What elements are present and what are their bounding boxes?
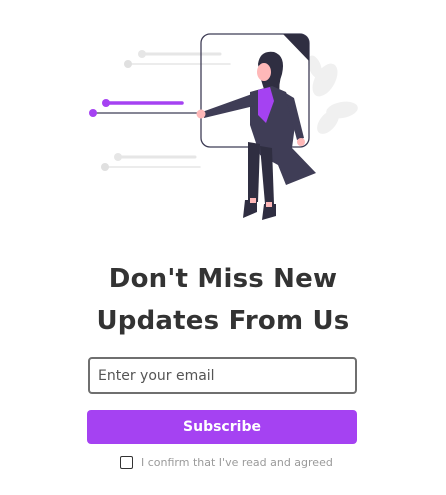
subscribe-card: Don't Miss New Updates From Us Subscribe… [0,0,446,495]
subscribe-button[interactable]: Subscribe [87,410,357,444]
email-field[interactable] [88,357,357,394]
title-line-1: Don't Miss New [108,264,338,294]
consent-label: I confirm that I've read and agreed [141,455,333,469]
woman-pulling-slider-illustration [89,33,358,220]
consent-checkbox[interactable] [120,455,133,469]
woman-figure [196,51,316,220]
title-line-2: Updates From Us [96,306,350,336]
page-title: Don't Miss New Updates From Us [0,258,446,342]
consent-row: I confirm that I've read and agreed [120,454,333,470]
leaf-decoration-icon [308,55,358,134]
